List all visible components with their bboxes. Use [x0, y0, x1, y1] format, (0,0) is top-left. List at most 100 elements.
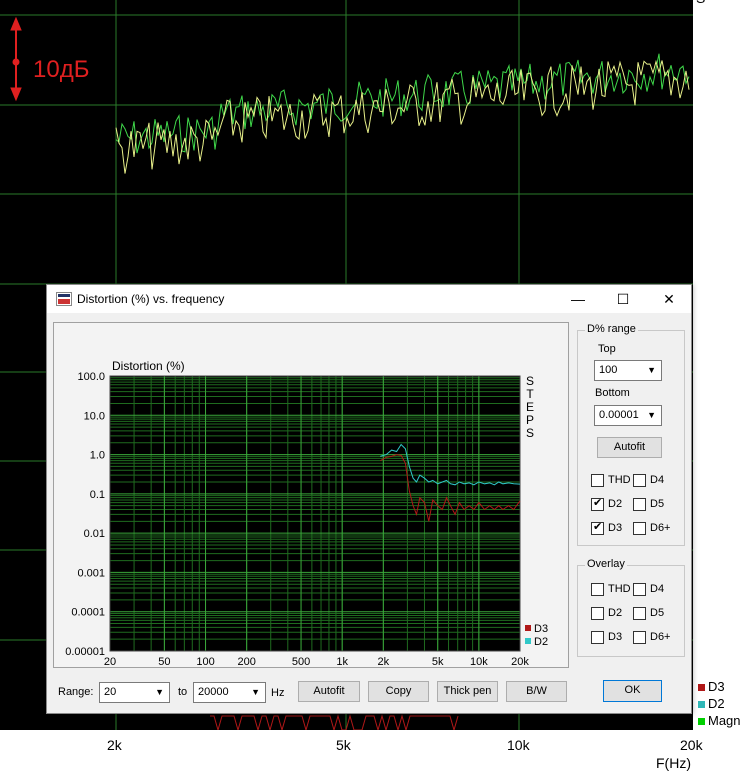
legend-swatch — [698, 684, 705, 692]
checkbox-label: THD — [608, 474, 631, 486]
main-trace-d3-bottom — [210, 714, 459, 730]
checkbox-label: THD — [608, 583, 631, 595]
side-label-letter: P — [526, 413, 534, 427]
chevron-down-icon: ▼ — [155, 687, 164, 697]
window-title: Distortion (%) vs. frequency — [77, 292, 225, 306]
window-titlebar[interactable]: Distortion (%) vs. frequency — ☐ ✕ — [47, 285, 691, 313]
main-x-tick-5k: 5k — [336, 737, 351, 753]
side-label-letter: T — [526, 387, 534, 401]
distortion-plot-panel: 100.0 10.0 1.0 0.1 0.01 0.001 0.0001 0.00001 20 5… — [53, 322, 569, 668]
overlay-checkbox-d6plus[interactable] — [633, 631, 646, 644]
legend-swatch-d3 — [525, 625, 531, 631]
to-label: to — [178, 686, 188, 698]
bottom-select-value: 0.00001 — [599, 409, 639, 421]
checkbox-label: D2 — [608, 498, 623, 510]
chevron-down-icon: ▼ — [647, 365, 656, 375]
legend-label: Magn — [708, 713, 741, 728]
main-legend-d3: D3 — [698, 679, 725, 694]
range-to-select[interactable]: 20000 ▼ — [193, 682, 266, 703]
side-label-letter: E — [526, 400, 534, 414]
x-tick-label: 1k — [336, 656, 348, 667]
checkbox-d6plus[interactable] — [633, 522, 646, 535]
checkbox-label: D6+ — [650, 522, 671, 534]
checkbox-label: D3 — [608, 522, 623, 534]
legend-label: D2 — [708, 696, 725, 711]
checkbox-thd[interactable] — [591, 474, 604, 487]
hz-label: Hz — [271, 687, 285, 699]
checkbox-d3[interactable] — [591, 520, 604, 535]
range-from-value: 20 — [104, 686, 117, 698]
main-x-tick-2k: 2k — [107, 737, 122, 753]
x-tick-label: 10k — [470, 656, 488, 667]
overlay-group: Overlay THD D4 D2 D5 D3 D6+ — [577, 558, 685, 657]
range-from-select[interactable]: 20 ▼ — [99, 682, 170, 703]
checkbox-label: D6+ — [650, 631, 671, 643]
main-trace-secondary — [115, 59, 690, 174]
scale-marker — [10, 16, 22, 102]
bottom-select[interactable]: 0.00001 ▼ — [594, 405, 662, 426]
close-button[interactable]: ✕ — [646, 285, 692, 313]
y-tick-label: 10.0 — [84, 410, 105, 422]
y-tick-label: 0.0001 — [71, 607, 105, 619]
checkbox-d2[interactable] — [591, 496, 604, 511]
x-tick-label: 5k — [432, 656, 444, 667]
overlay-checkbox-d4[interactable] — [633, 583, 646, 596]
chevron-down-icon: ▼ — [647, 410, 656, 420]
autofit-button[interactable]: Autofit — [298, 681, 360, 702]
range-autofit-button[interactable]: Autofit — [597, 437, 662, 458]
checkbox-label: D4 — [650, 474, 665, 486]
checkbox-label: D2 — [608, 607, 623, 619]
checkbox-d5[interactable] — [633, 498, 646, 511]
chevron-down-icon: ▼ — [251, 687, 260, 697]
chart-title: Distortion (%) — [112, 359, 185, 373]
thick-pen-button[interactable]: Thick pen — [437, 681, 498, 702]
checkbox-label: D3 — [608, 631, 623, 643]
y-tick-label: 1.0 — [90, 450, 105, 462]
main-trace-magn — [115, 53, 690, 154]
x-tick-label: 20 — [104, 656, 116, 667]
y-tick-label: 0.01 — [84, 528, 105, 540]
legend-swatch-d2 — [525, 638, 531, 644]
x-tick-label: 20k — [511, 656, 529, 667]
x-tick-label: 100 — [196, 656, 214, 667]
maximize-button[interactable]: ☐ — [600, 285, 646, 313]
checkbox-label: D4 — [650, 583, 665, 595]
top-right-char: S — [696, 0, 705, 6]
overlay-checkbox-d3[interactable] — [591, 631, 604, 644]
overlay-checkbox-d2[interactable] — [591, 607, 604, 620]
main-x-axis-label: F(Hz) — [656, 755, 691, 771]
legend-label: D3 — [708, 679, 725, 694]
top-select[interactable]: 100 ▼ — [594, 360, 662, 381]
ok-button[interactable]: OK — [603, 680, 662, 702]
legend-swatch — [698, 718, 705, 726]
main-x-tick-10k: 10k — [507, 737, 530, 753]
checkbox-d4[interactable] — [633, 474, 646, 487]
overlay-checkbox-d5[interactable] — [633, 607, 646, 620]
overlay-checkbox-thd[interactable] — [591, 583, 604, 596]
steps-app-icon — [56, 292, 72, 306]
bottom-label: Bottom — [595, 387, 630, 399]
minimize-button[interactable]: — — [555, 285, 601, 313]
scale-label: 10дБ — [33, 56, 90, 83]
x-tick-label: 2k — [378, 656, 390, 667]
legend-label-d2: D2 — [534, 636, 548, 648]
distortion-chart: 100.0 10.0 1.0 0.1 0.01 0.001 0.0001 0.0000120 5… — [65, 359, 548, 667]
side-label-letter: S — [526, 426, 534, 440]
bw-button[interactable]: B/W — [506, 681, 567, 702]
checkbox-label: D5 — [650, 607, 665, 619]
copy-button[interactable]: Copy — [368, 681, 429, 702]
top-label: Top — [598, 343, 616, 355]
main-legend-d2: D2 — [698, 696, 725, 711]
d-range-legend: D% range — [585, 323, 638, 335]
main-legend-magn: Magn — [698, 713, 741, 728]
x-tick-label: 200 — [237, 656, 255, 667]
y-tick-label: 0.00001 — [65, 646, 105, 658]
main-x-tick-20k: 20k — [680, 737, 703, 753]
right-margin — [693, 0, 751, 781]
y-tick-label: 0.001 — [77, 567, 105, 579]
y-tick-label: 0.1 — [90, 489, 105, 501]
range-to-value: 20000 — [198, 686, 229, 698]
checkbox-label: D5 — [650, 498, 665, 510]
legend-label-d3: D3 — [534, 623, 548, 635]
x-tick-label: 500 — [292, 656, 310, 667]
